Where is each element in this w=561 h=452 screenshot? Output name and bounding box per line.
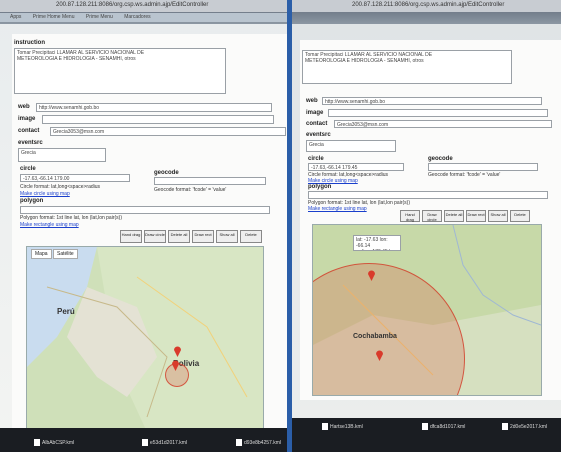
make-circle-link[interactable]: Make circle using map <box>20 191 70 197</box>
delete-button[interactable]: Delete <box>240 230 262 243</box>
polygon-label: polygon <box>20 198 44 204</box>
web-label: web <box>306 98 318 104</box>
bookmarks-bar: Apps Prime Home Menu Prime Menu Marcador… <box>0 13 287 22</box>
make-rectangle-link[interactable]: Make rectangle using map <box>20 222 79 228</box>
circle-label: circle <box>308 156 324 162</box>
make-rectangle-link[interactable]: Make rectangle using map <box>308 206 367 212</box>
contact-label: contact <box>306 121 328 127</box>
geocode-format-hint: Geocode format: 'fcode' = 'value' <box>428 172 501 178</box>
taskbar-file[interactable]: e53d1d2017.kml <box>142 439 187 446</box>
polygon-input[interactable] <box>308 191 548 199</box>
show-all-button[interactable]: Show all <box>216 230 238 243</box>
draw-circle-button[interactable]: Draw circle <box>144 230 166 243</box>
taskbar-file-label: d93e8b4257.kml <box>244 439 281 446</box>
geocode-label: geocode <box>428 156 453 162</box>
image-input[interactable] <box>328 109 548 117</box>
circle-input[interactable]: -17.63,-66.14 179.00 <box>20 174 130 182</box>
show-all-button[interactable]: Show all <box>488 210 508 222</box>
eventsource-label: eventsrc <box>306 132 331 138</box>
map-pin-icon[interactable] <box>173 345 182 357</box>
geocode-input[interactable] <box>428 163 538 171</box>
instruction-textarea[interactable]: Tomar Precipitaci LLAMAR AL SERVICIO NAC… <box>14 48 226 94</box>
instruction-label: instruction <box>14 40 45 46</box>
instruction-textarea[interactable]: Tomar Precipitaci LLAMAR AL SERVICIO NAC… <box>302 50 512 84</box>
address-bar[interactable]: 200.87.128.211:8086/org.csp.ws.admin.ajp… <box>0 0 287 12</box>
contact-input[interactable]: Grecia3053@msn.com <box>334 120 552 128</box>
geocode-format-hint: Geocode format: 'fcode' = 'value' <box>154 187 227 193</box>
taskbar: AlbAbCSP.kml e53d1d2017.kml d93e8b4257.k… <box>0 428 287 452</box>
draw-circle-button[interactable]: Draw circle <box>422 210 442 222</box>
bookmark-item[interactable]: Apps <box>10 14 21 20</box>
contact-label: contact <box>18 128 40 134</box>
web-label: web <box>18 104 30 110</box>
bookmark-item[interactable]: Prime Menu <box>86 14 113 20</box>
draw-rect-button[interactable]: Draw rect <box>466 210 486 222</box>
web-input[interactable]: http://www.senamhi.gob.bo <box>36 103 272 112</box>
edit-form: instruction Tomar Precipitaci LLAMAR AL … <box>12 34 287 433</box>
image-input[interactable] <box>42 115 274 124</box>
edit-form: Tomar Precipitaci LLAMAR AL SERVICIO NAC… <box>300 40 561 400</box>
map-pin-icon[interactable] <box>171 359 180 371</box>
taskbar-file-label: Hartse13B.kml <box>330 423 363 430</box>
taskbar-file[interactable]: dfca8d1017.kml <box>422 423 465 430</box>
taskbar-file[interactable]: 2d0e5e2017.kml <box>502 423 547 430</box>
taskbar-file[interactable]: d93e8b4257.kml <box>236 439 281 446</box>
delete-all-button[interactable]: Delete all <box>168 230 190 243</box>
taskbar-file-label: e53d1d2017.kml <box>150 439 187 446</box>
map-tab-satellite[interactable]: Satélite <box>53 249 78 259</box>
polygon-input[interactable] <box>20 206 270 214</box>
eventsource-input[interactable]: Grecia <box>306 140 396 152</box>
hand-drag-button[interactable]: Hand drag <box>400 210 420 222</box>
map-pin-icon[interactable] <box>367 269 376 281</box>
country-label-peru: Perú <box>57 307 75 316</box>
photo-left: 200.87.128.211:8086/org.csp.ws.admin.ajp… <box>0 0 287 452</box>
address-bar[interactable]: 200.87.128.211:8086/org.csp.ws.admin.ajp… <box>292 0 561 12</box>
circle-info-popup: lat: -17.63 lon: -66.14 radius: 179.45 k… <box>353 235 401 251</box>
delete-button[interactable]: Delete <box>510 210 530 222</box>
eventsource-input[interactable]: Grecia <box>18 148 106 162</box>
geocode-input[interactable] <box>154 177 266 185</box>
bookmark-item[interactable]: Prime Home Menu <box>33 14 75 20</box>
polygon-format-hint: Polygon format: 1st line lat, lon (lat,l… <box>20 215 122 221</box>
circle-label: circle <box>20 166 36 172</box>
circle-format-hint: Circle format: lat,long<space>radius <box>20 184 101 190</box>
map-tab-map[interactable]: Mapa <box>31 249 52 259</box>
taskbar-file[interactable]: Hartse13B.kml <box>322 423 363 430</box>
image-label: image <box>306 110 324 116</box>
map-view[interactable]: Mapa Satélite Perú Bolivia <box>26 246 264 433</box>
bookmark-item[interactable]: Marcadores <box>124 14 150 20</box>
polygon-label: polygon <box>308 184 332 190</box>
hand-drag-button[interactable]: Hand drag <box>120 230 142 243</box>
taskbar-file[interactable]: AlbAbCSP.kml <box>34 439 74 446</box>
city-label-cochabamba: Cochabamba <box>353 333 397 340</box>
circle-input[interactable]: -17.63,-66.14 179.45 <box>308 163 404 171</box>
delete-all-button[interactable]: Delete all <box>444 210 464 222</box>
taskbar-file-label: dfca8d1017.kml <box>430 423 466 430</box>
taskbar: Hartse13B.kml dfca8d1017.kml 2d0e5e2017.… <box>292 418 561 452</box>
contact-input[interactable]: Grecia3053@msn.com <box>50 127 286 136</box>
taskbar-file-label: 2d0e5e2017.kml <box>510 423 547 430</box>
map-view[interactable]: lat: -17.63 lon: -66.14 radius: 179.45 k… <box>312 224 542 396</box>
image-label: image <box>18 116 36 122</box>
taskbar-file-label: AlbAbCSP.kml <box>42 439 75 446</box>
eventsource-label: eventsrc <box>18 140 43 146</box>
map-pin-icon[interactable] <box>375 349 384 361</box>
geocode-label: geocode <box>154 170 179 176</box>
draw-rect-button[interactable]: Draw rect <box>192 230 214 243</box>
photo-right: 200.87.128.211:8086/org.csp.ws.admin.ajp… <box>292 0 561 452</box>
web-input[interactable]: http://www.senamhi.gob.bo <box>322 97 542 105</box>
map-terrain <box>27 247 263 432</box>
